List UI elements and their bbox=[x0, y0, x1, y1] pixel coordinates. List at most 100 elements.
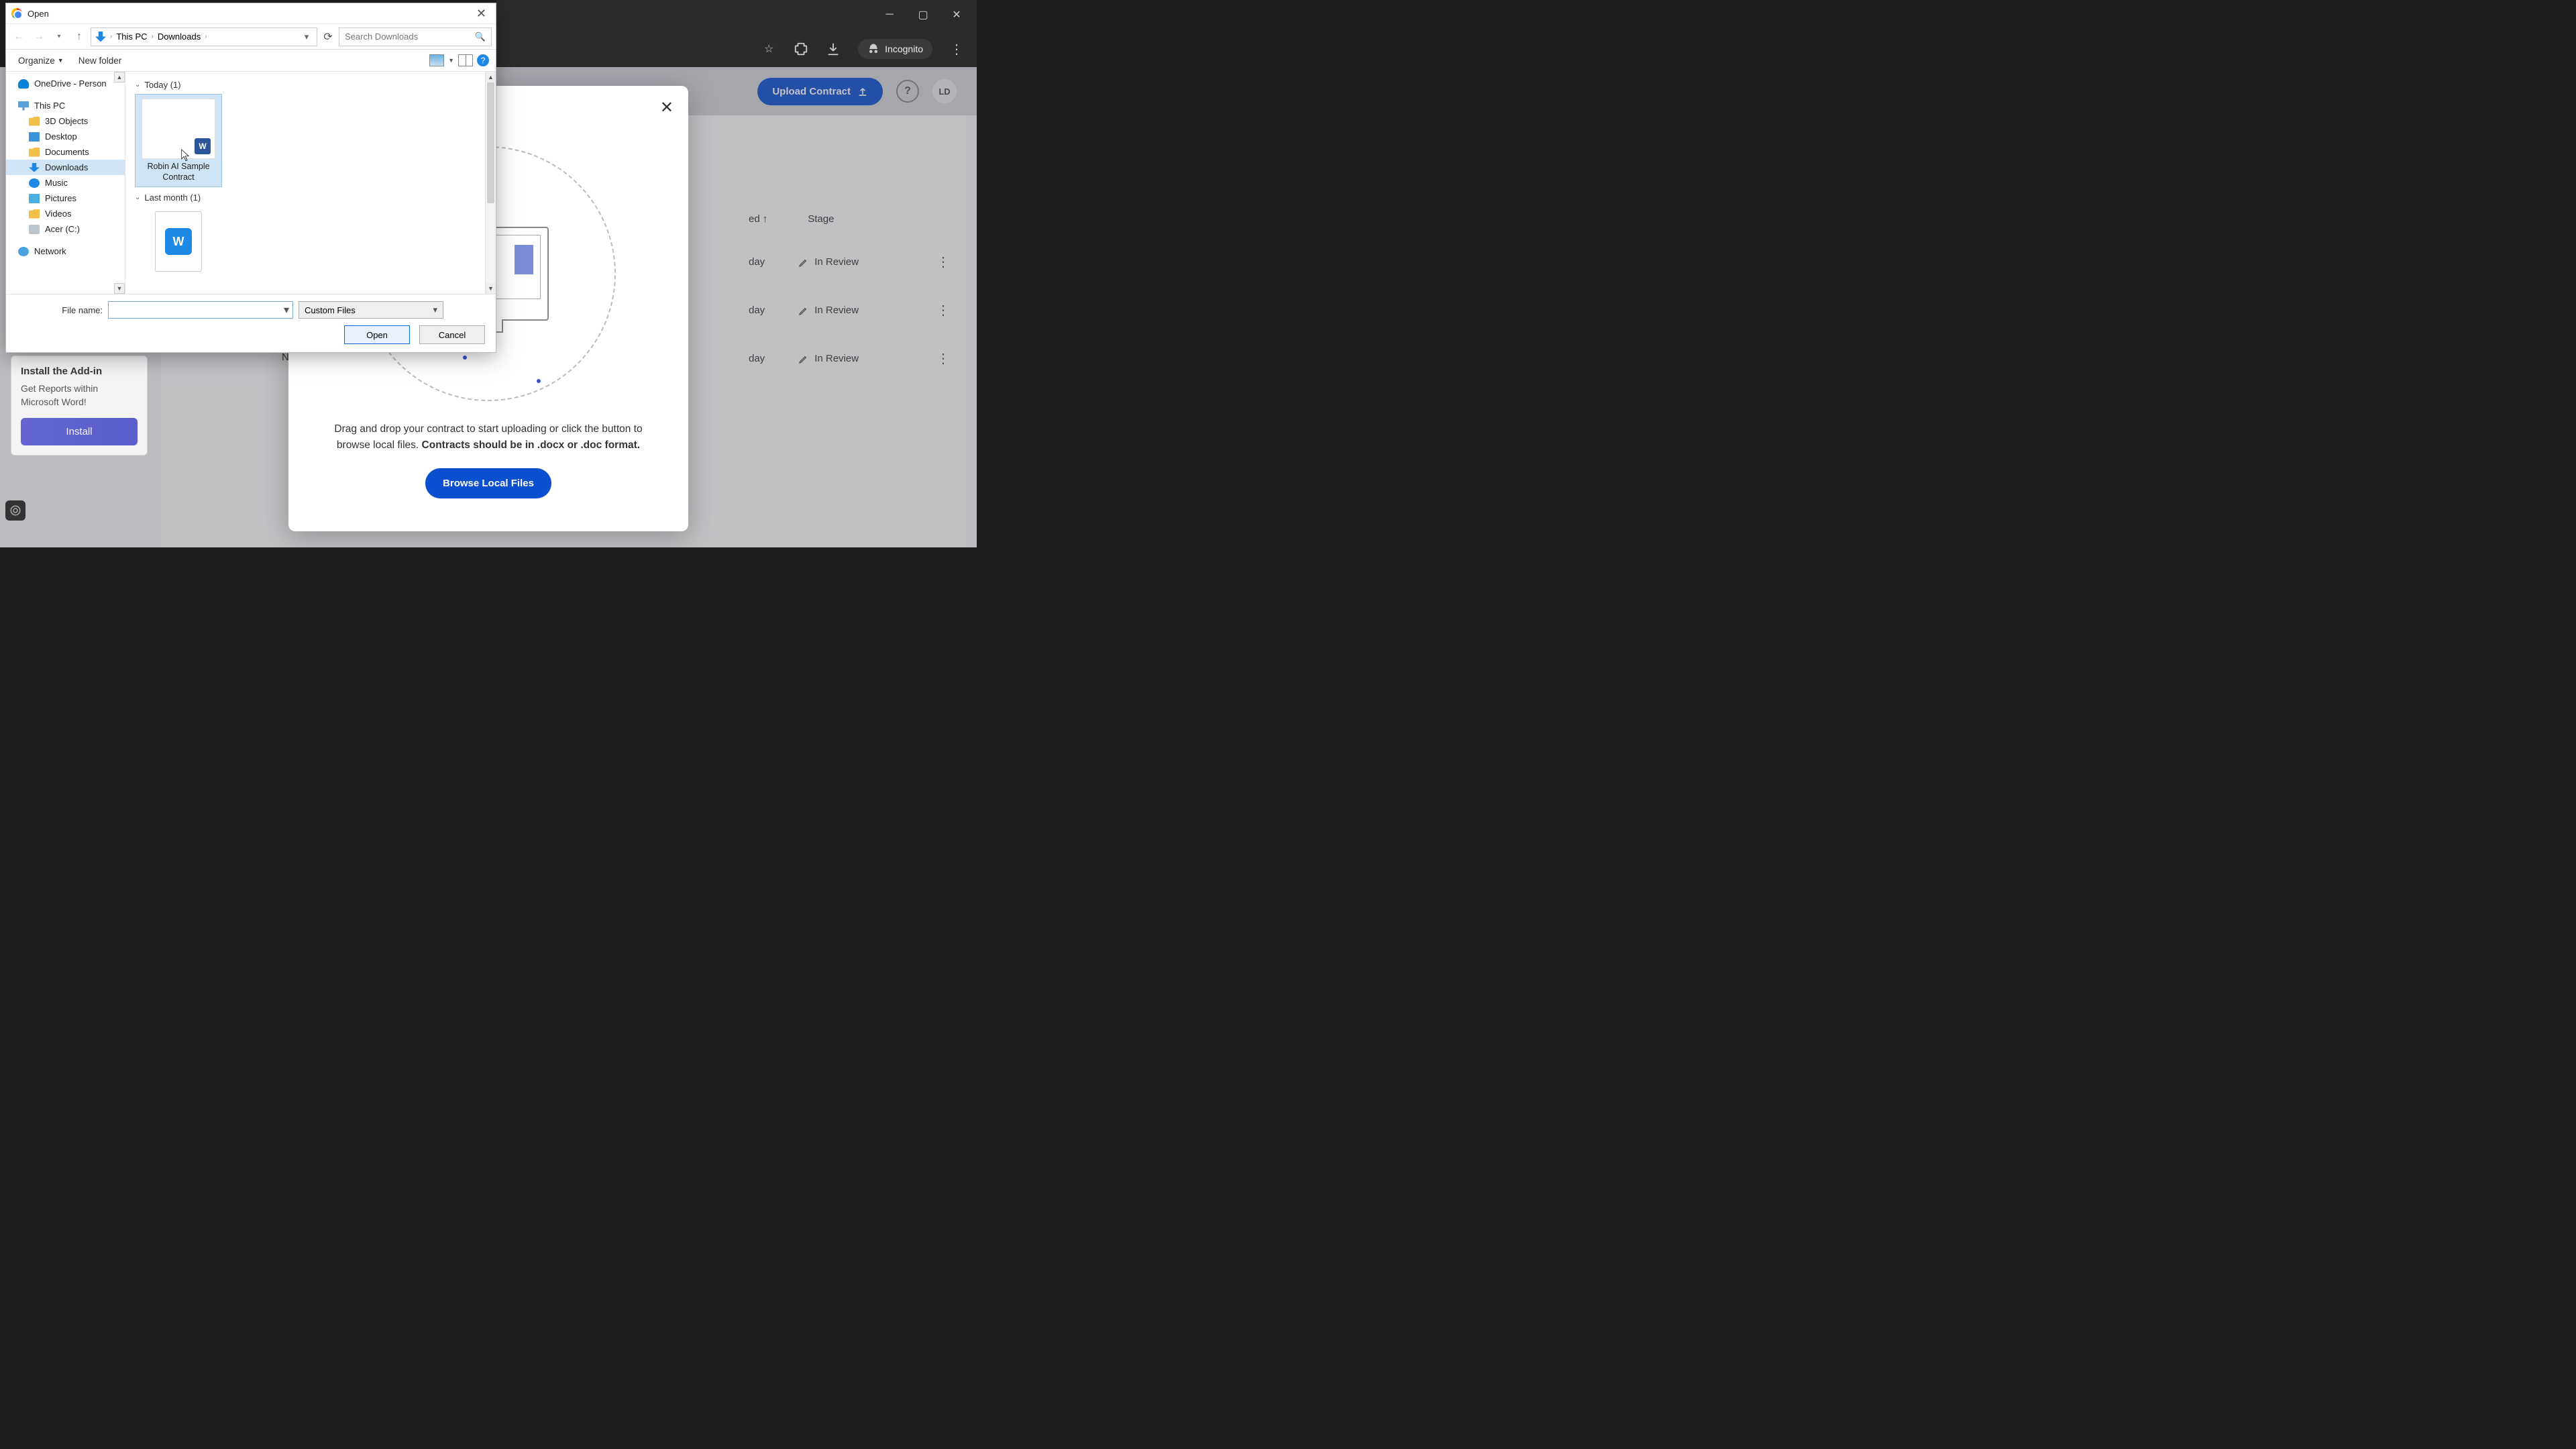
scroll-down-button[interactable]: ▼ bbox=[486, 283, 496, 294]
dialog-close-button[interactable]: ✕ bbox=[472, 7, 490, 21]
file-thumbnail: W bbox=[155, 211, 202, 272]
filename-combobox[interactable]: ▾ bbox=[108, 301, 293, 319]
dialog-title: Open bbox=[28, 9, 49, 19]
breadcrumb-this-pc[interactable]: This PC bbox=[116, 32, 147, 42]
tree-videos[interactable]: Videos bbox=[6, 206, 125, 221]
address-dropdown[interactable]: ▾ bbox=[301, 32, 313, 42]
chevron-right-icon: › bbox=[205, 33, 207, 40]
addin-desc: Get Reports within Microsoft Word! bbox=[21, 382, 138, 409]
install-addin-button[interactable]: Install bbox=[21, 418, 138, 445]
cancel-button[interactable]: Cancel bbox=[419, 325, 485, 344]
maximize-button[interactable]: ▢ bbox=[916, 8, 930, 21]
file-open-dialog: Open ✕ ← → ▾ ↑ › This PC › Downloads › ▾… bbox=[5, 3, 496, 353]
nav-recent-dropdown[interactable]: ▾ bbox=[50, 28, 68, 46]
preview-pane-button[interactable] bbox=[458, 54, 473, 66]
window-controls: ─ ▢ ✕ bbox=[883, 8, 963, 21]
scroll-thumb[interactable] bbox=[487, 83, 494, 203]
dialog-body: ▲ OneDrive - Person This PC 3D Objects D… bbox=[6, 72, 496, 294]
close-window-button[interactable]: ✕ bbox=[950, 8, 963, 21]
group-last-month[interactable]: ⌄Last month (1) bbox=[135, 193, 486, 203]
tree-music[interactable]: Music bbox=[6, 175, 125, 191]
file-label: Robin AI Sample Contract bbox=[140, 162, 217, 182]
tree-this-pc[interactable]: This PC bbox=[6, 98, 125, 113]
search-icon: 🔍 bbox=[475, 32, 486, 42]
tree-pictures[interactable]: Pictures bbox=[6, 191, 125, 206]
filetype-select[interactable]: Custom Files ▾ bbox=[299, 301, 443, 319]
modal-instructions: Drag and drop your contract to start upl… bbox=[315, 421, 661, 453]
drive-icon bbox=[29, 225, 40, 234]
dialog-toolbar: Organize ▼ New folder ▼ ? bbox=[6, 49, 496, 72]
folder-icon bbox=[29, 209, 40, 219]
cloud-icon bbox=[18, 79, 29, 89]
chevron-down-icon: ▾ bbox=[433, 305, 437, 315]
file-list: ⌄Today (1) W Robin AI Sample Contract ⌄L… bbox=[125, 72, 496, 294]
nav-back-button[interactable]: ← bbox=[10, 28, 28, 46]
tree-scroll-up[interactable]: ▲ bbox=[114, 72, 125, 83]
chevron-down-icon: ▼ bbox=[58, 57, 64, 64]
network-icon bbox=[18, 247, 29, 256]
tree-acer-c[interactable]: Acer (C:) bbox=[6, 221, 125, 237]
downloads-icon[interactable] bbox=[826, 42, 841, 56]
download-icon bbox=[29, 163, 40, 172]
file-item[interactable]: W bbox=[135, 207, 222, 276]
browse-local-files-button[interactable]: Browse Local Files bbox=[425, 468, 551, 498]
address-bar[interactable]: › This PC › Downloads › ▾ bbox=[91, 28, 317, 46]
modal-close-button[interactable]: ✕ bbox=[660, 98, 674, 117]
modal-text-bold: Contracts should be in .docx or .doc for… bbox=[422, 439, 641, 451]
open-button[interactable]: Open bbox=[344, 325, 410, 344]
chevron-right-icon: › bbox=[152, 33, 154, 40]
browser-chrome: ─ ▢ ✕ ☆ Incognito ⋮ bbox=[496, 0, 977, 67]
nav-forward-button[interactable]: → bbox=[30, 28, 48, 46]
addin-title: Install the Add-in bbox=[21, 366, 138, 377]
tree-downloads[interactable]: Downloads bbox=[6, 160, 125, 175]
music-icon bbox=[29, 178, 40, 188]
organize-menu[interactable]: Organize ▼ bbox=[13, 53, 69, 68]
word-icon: W bbox=[195, 138, 211, 154]
extensions-icon[interactable] bbox=[794, 42, 808, 56]
incognito-label: Incognito bbox=[885, 44, 923, 54]
tree-scroll-down[interactable]: ▼ bbox=[114, 283, 125, 294]
view-mode-dropdown[interactable]: ▼ bbox=[448, 57, 454, 64]
folder-icon bbox=[29, 148, 40, 157]
breadcrumb-downloads[interactable]: Downloads bbox=[158, 32, 201, 42]
dialog-help-button[interactable]: ? bbox=[477, 54, 489, 66]
tree-desktop[interactable]: Desktop bbox=[6, 129, 125, 144]
filename-label: File name: bbox=[15, 305, 103, 315]
tree-onedrive[interactable]: OneDrive - Person bbox=[6, 76, 125, 91]
folder-tree: ▲ OneDrive - Person This PC 3D Objects D… bbox=[6, 72, 125, 294]
chevron-down-icon: ⌄ bbox=[135, 81, 140, 89]
file-thumbnail: W bbox=[142, 99, 215, 159]
filetype-label: Custom Files bbox=[305, 305, 356, 315]
search-box[interactable]: 🔍 bbox=[339, 28, 492, 46]
search-input[interactable] bbox=[345, 32, 475, 42]
tree-network[interactable]: Network bbox=[6, 244, 125, 259]
bookmark-star-icon[interactable]: ☆ bbox=[761, 42, 776, 56]
chevron-down-icon: ⌄ bbox=[135, 194, 140, 201]
minimize-button[interactable]: ─ bbox=[883, 8, 896, 21]
refresh-button[interactable]: ⟳ bbox=[320, 30, 336, 44]
pc-icon bbox=[18, 101, 29, 111]
file-list-scrollbar[interactable]: ▲ ▼ bbox=[485, 72, 496, 294]
incognito-badge[interactable]: Incognito bbox=[858, 39, 932, 59]
file-robin-ai-sample[interactable]: W Robin AI Sample Contract bbox=[135, 94, 222, 187]
addin-promo-card: Install the Add-in Get Reports within Mi… bbox=[11, 356, 148, 455]
support-button[interactable] bbox=[5, 500, 25, 521]
wps-icon: W bbox=[165, 228, 192, 255]
scroll-up-button[interactable]: ▲ bbox=[486, 72, 496, 83]
folder-icon bbox=[29, 117, 40, 126]
dialog-footer: File name: ▾ Custom Files ▾ Open Cancel bbox=[6, 294, 496, 352]
tree-documents[interactable]: Documents bbox=[6, 144, 125, 160]
filename-input[interactable] bbox=[109, 305, 280, 315]
new-folder-button[interactable]: New folder bbox=[73, 53, 127, 68]
chevron-right-icon: › bbox=[110, 33, 112, 40]
desktop-icon bbox=[29, 132, 40, 142]
filename-dropdown[interactable]: ▾ bbox=[280, 303, 292, 317]
group-today[interactable]: ⌄Today (1) bbox=[135, 80, 486, 90]
nav-up-button[interactable]: ↑ bbox=[70, 28, 88, 46]
tree-3d-objects[interactable]: 3D Objects bbox=[6, 113, 125, 129]
browser-toolbar: ☆ Incognito ⋮ bbox=[761, 39, 963, 59]
incognito-icon bbox=[867, 43, 879, 55]
view-mode-button[interactable] bbox=[429, 54, 444, 66]
browser-menu-button[interactable]: ⋮ bbox=[950, 41, 963, 58]
dialog-nav: ← → ▾ ↑ › This PC › Downloads › ▾ ⟳ 🔍 bbox=[6, 23, 496, 49]
